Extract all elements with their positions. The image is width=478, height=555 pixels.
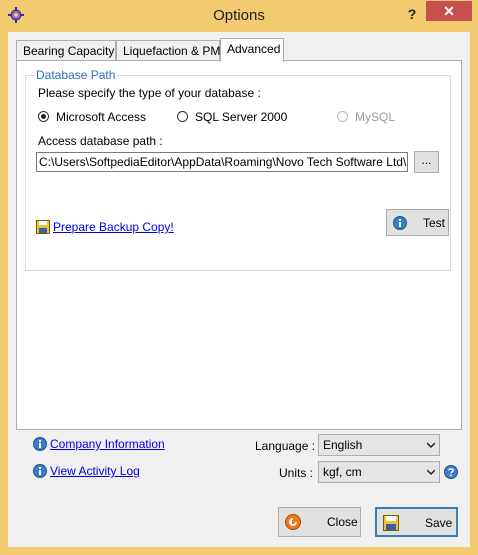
chevron-down-icon bbox=[427, 442, 435, 449]
info-icon bbox=[33, 437, 47, 451]
info-icon bbox=[393, 216, 407, 230]
units-value: kgf, cm bbox=[323, 465, 362, 479]
units-label: Units : bbox=[279, 466, 314, 480]
company-information-text: Company Information bbox=[50, 437, 165, 451]
group-legend: Database Path bbox=[34, 68, 118, 82]
options-window: Options ? ✕ Bearing Capacity Liquefactio… bbox=[0, 0, 478, 555]
database-type-prompt: Please specify the type of your database… bbox=[38, 86, 261, 100]
language-select[interactable]: English bbox=[318, 434, 440, 456]
tab-liquefaction-pmt[interactable]: Liquefaction & PMT bbox=[116, 40, 228, 60]
access-path-label: Access database path : bbox=[38, 134, 163, 148]
access-path-input[interactable]: C:\Users\SoftpediaEditor\AppData\Roaming… bbox=[36, 152, 408, 172]
tab-bearing-capacity[interactable]: Bearing Capacity bbox=[16, 40, 116, 60]
radio-dot bbox=[38, 111, 49, 122]
close-button-label: Close bbox=[327, 515, 358, 529]
test-button-label: Test bbox=[423, 216, 446, 230]
radio-microsoft-access[interactable]: Microsoft Access bbox=[38, 110, 158, 126]
units-select[interactable]: kgf, cm bbox=[318, 461, 440, 483]
advanced-tab-panel: Database Path Please specify the type of… bbox=[16, 60, 462, 430]
radio-label: Microsoft Access bbox=[56, 110, 147, 124]
view-activity-log-link[interactable]: View Activity Log bbox=[33, 464, 163, 480]
radio-dot bbox=[337, 111, 348, 122]
dialog-body: Bearing Capacity Liquefaction & PMT Adva… bbox=[8, 32, 470, 547]
close-button[interactable]: Close bbox=[278, 507, 361, 537]
language-label: Language : bbox=[255, 439, 316, 453]
floppy-disk-icon bbox=[36, 220, 50, 234]
browse-button[interactable]: ... bbox=[414, 151, 439, 173]
units-help-icon[interactable] bbox=[444, 465, 458, 479]
company-information-link[interactable]: Company Information bbox=[33, 437, 173, 453]
exit-icon bbox=[285, 514, 301, 530]
language-value: English bbox=[323, 438, 363, 452]
radio-sql-server-2000[interactable]: SQL Server 2000 bbox=[177, 110, 297, 126]
tab-advanced[interactable]: Advanced bbox=[220, 38, 284, 62]
chevron-down-icon bbox=[427, 469, 435, 476]
info-icon bbox=[33, 464, 47, 478]
view-activity-log-text: View Activity Log bbox=[50, 464, 140, 478]
radio-label: MySQL bbox=[355, 110, 396, 124]
radio-dot bbox=[177, 111, 188, 122]
save-icon bbox=[383, 515, 399, 531]
radio-label: SQL Server 2000 bbox=[195, 110, 288, 124]
radio-mysql[interactable]: MySQL bbox=[337, 110, 407, 126]
window-close-button[interactable]: ✕ bbox=[426, 1, 472, 21]
database-path-group: Database Path Please specify the type of… bbox=[25, 68, 451, 271]
help-button[interactable]: ? bbox=[402, 4, 422, 24]
prepare-backup-text: Prepare Backup Copy! bbox=[53, 220, 174, 234]
title-bar[interactable]: Options ? ✕ bbox=[0, 0, 478, 32]
save-button[interactable]: Save bbox=[375, 507, 458, 537]
test-button[interactable]: Test bbox=[386, 209, 449, 236]
save-button-label: Save bbox=[425, 516, 453, 530]
